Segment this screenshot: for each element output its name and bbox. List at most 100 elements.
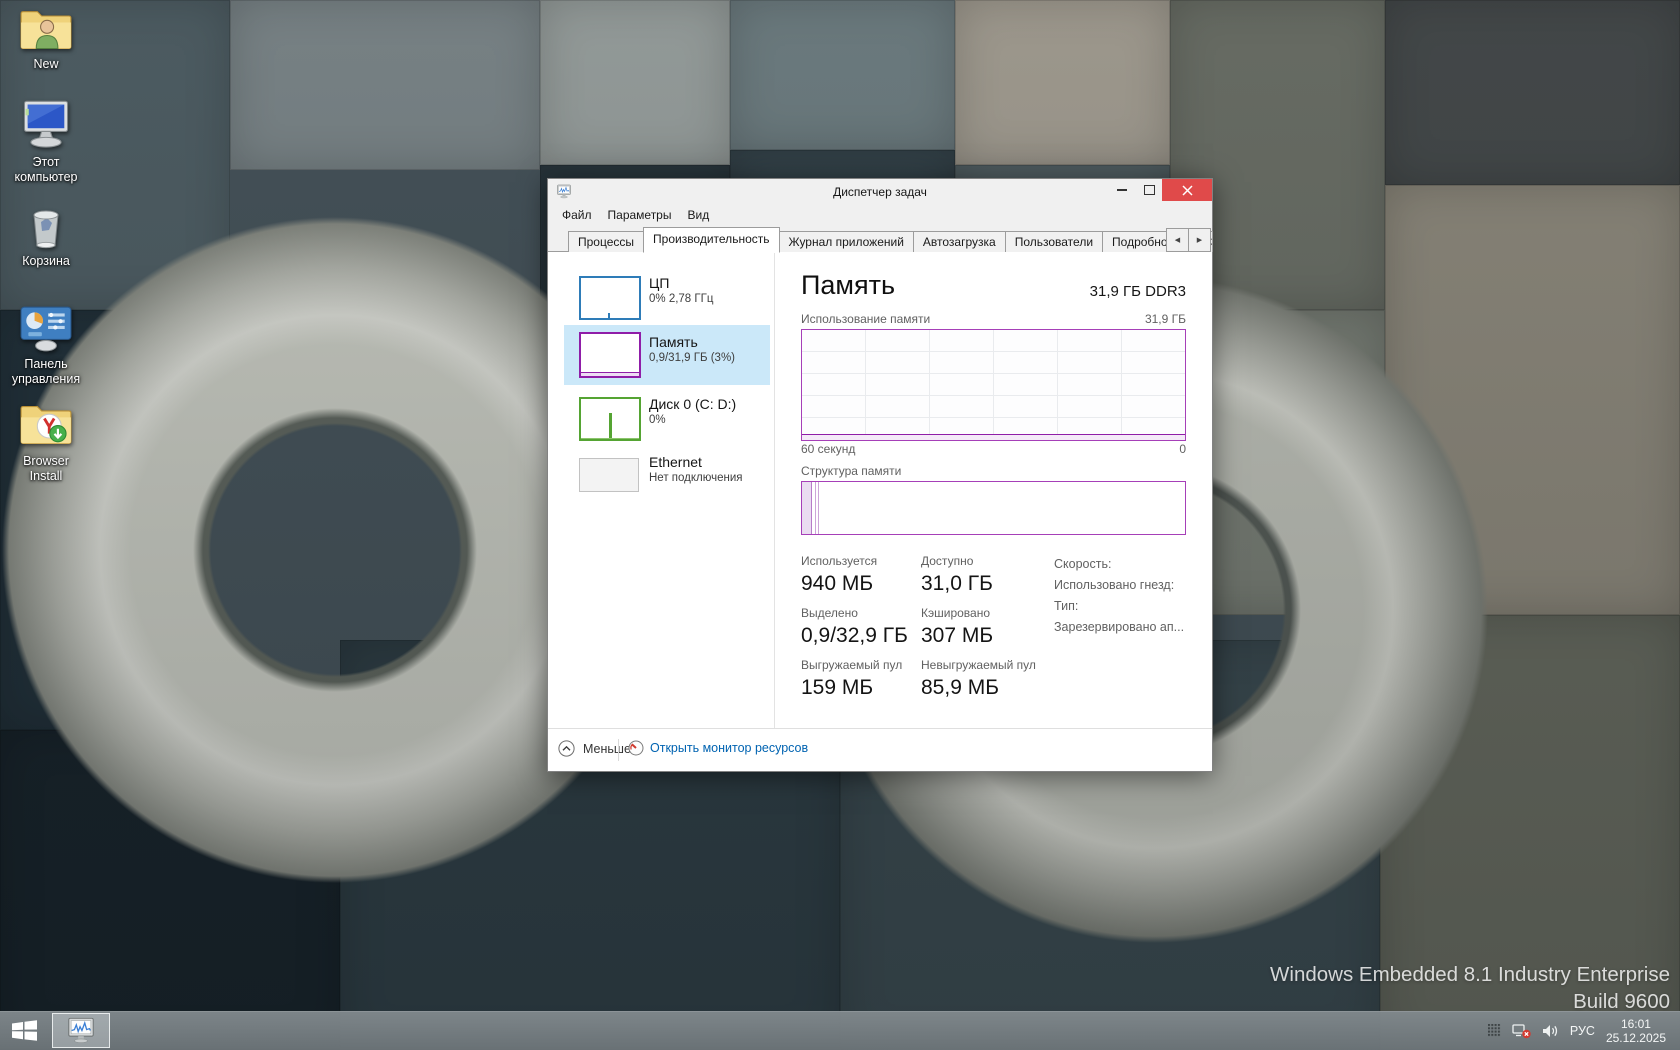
- desktop-icon-new-folder[interactable]: New: [2, 6, 90, 72]
- sidebar-divider: [774, 252, 775, 728]
- menu-bar: Файл Параметры Вид: [554, 206, 717, 226]
- desktop-icon-browser-install[interactable]: Browser Install: [2, 401, 90, 484]
- desktop-icon-label: Этот: [2, 155, 90, 170]
- menu-file[interactable]: Файл: [554, 206, 600, 226]
- volume-icon[interactable]: [1542, 1024, 1559, 1038]
- tab-processes[interactable]: Процессы: [568, 231, 644, 252]
- graph-usage-area: [802, 434, 1185, 440]
- tray-app-icon[interactable]: [1488, 1024, 1501, 1037]
- minimize-button[interactable]: [1108, 179, 1136, 201]
- memory-composition-bar: [801, 481, 1186, 535]
- desktop: New Этот компьютер Корзина: [0, 0, 1680, 1050]
- stat-in-use: Используется 940 МБ: [801, 554, 929, 596]
- desktop-icon-label: Browser: [2, 454, 90, 469]
- cpu-title: ЦП: [649, 275, 713, 291]
- computer-icon: [18, 100, 74, 150]
- close-button[interactable]: [1162, 179, 1212, 201]
- tab-scroll-buttons: ◀ ▶: [1167, 228, 1211, 252]
- close-icon: [1182, 185, 1193, 196]
- recycle-bin-icon: [21, 201, 71, 249]
- system-tray: РУС 16:01 25.12.2025: [1477, 1011, 1680, 1050]
- disk-thumbnail-graph: [579, 397, 641, 441]
- title-bar[interactable]: Диспетчер задач: [548, 179, 1212, 205]
- resource-monitor-icon: [628, 740, 644, 756]
- panel-heading: Память: [801, 270, 895, 301]
- composition-divider: [815, 482, 816, 534]
- tab-performance[interactable]: Производительность: [643, 227, 779, 253]
- fewer-details-button[interactable]: Меньше: [558, 740, 631, 757]
- language-indicator[interactable]: РУС: [1570, 1024, 1595, 1038]
- sidebar-item-cpu[interactable]: ЦП 0% 2,78 ГГц: [564, 273, 770, 321]
- disk-title: Диск 0 (C: D:): [649, 396, 736, 412]
- window-footer: Меньше Открыть монитор ресурсов: [548, 728, 1212, 771]
- footer-divider: [618, 739, 619, 761]
- clock-time: 16:01: [1606, 1017, 1666, 1031]
- desktop-icon-label: управления: [2, 372, 90, 387]
- start-button[interactable]: [0, 1011, 48, 1050]
- task-manager-window: Диспетчер задач Файл Параметры Вид Проце…: [547, 178, 1213, 772]
- cpu-spike: [608, 313, 610, 318]
- chevron-up-circle-icon: [558, 740, 575, 757]
- open-resource-monitor-link[interactable]: Открыть монитор ресурсов: [628, 740, 808, 756]
- folder-download-icon: [20, 401, 72, 449]
- desktop-icon-label: Install: [2, 469, 90, 484]
- form-factor-label: Тип:: [1054, 596, 1184, 617]
- tab-scroll-left-icon[interactable]: ◀: [1166, 228, 1189, 252]
- cpu-subtitle: 0% 2,78 ГГц: [649, 293, 713, 305]
- disk-baseline: [581, 438, 639, 439]
- watermark-line1: Windows Embedded 8.1 Industry Enterprise: [1270, 961, 1670, 988]
- menu-view[interactable]: Вид: [679, 206, 717, 226]
- slots-used-label: Использовано гнезд:: [1054, 575, 1184, 596]
- tab-app-history[interactable]: Журнал приложений: [779, 231, 914, 252]
- ethernet-title: Ethernet: [649, 454, 743, 470]
- tab-users[interactable]: Пользователи: [1005, 231, 1103, 252]
- stat-paged-pool: Выгружаемый пул 159 МБ: [801, 658, 929, 700]
- clock[interactable]: 16:01 25.12.2025: [1606, 1017, 1666, 1045]
- taskbar: РУС 16:01 25.12.2025: [0, 1011, 1680, 1050]
- tab-scroll-right-icon[interactable]: ▶: [1188, 228, 1211, 252]
- sidebar-item-memory[interactable]: Память 0,9/31,9 ГБ (3%): [564, 325, 770, 385]
- sidebar-item-ethernet[interactable]: Ethernet Нет подключения: [564, 452, 770, 496]
- stat-cached: Кэшировано 307 МБ: [921, 606, 1053, 648]
- folder-user-icon: [20, 6, 72, 52]
- composition-used-segment: [802, 482, 812, 534]
- maximize-icon: [1144, 185, 1155, 195]
- sidebar-item-disk[interactable]: Диск 0 (C: D:) 0%: [564, 394, 770, 442]
- desktop-icon-label: компьютер: [2, 170, 90, 185]
- memory-capacity: 31,9 ГБ DDR3: [1090, 283, 1186, 300]
- disk-subtitle: 0%: [649, 414, 736, 426]
- desktop-icon-label: Панель: [2, 357, 90, 372]
- desktop-icon-recycle-bin[interactable]: Корзина: [2, 201, 90, 269]
- tab-strip: Процессы Производительность Журнал прило…: [548, 226, 1212, 252]
- cpu-thumbnail-graph: [579, 276, 641, 320]
- resource-monitor-label: Открыть монитор ресурсов: [650, 741, 808, 755]
- performance-pane: ЦП 0% 2,78 ГГц Память 0,9/31,9 ГБ (3%) Д…: [548, 252, 1212, 728]
- disk-spike: [609, 413, 612, 439]
- hardware-info-labels: Скорость: Использовано гнезд: Тип: Зарез…: [1054, 554, 1184, 638]
- timeline-right-label: 0: [1179, 442, 1186, 456]
- windows-watermark: Windows Embedded 8.1 Industry Enterprise…: [1270, 961, 1670, 1015]
- desktop-icon-label: New: [2, 57, 90, 72]
- desktop-icon-this-pc[interactable]: Этот компьютер: [2, 100, 90, 185]
- memory-usage-line: [581, 372, 639, 376]
- maximize-button[interactable]: [1136, 179, 1162, 201]
- memory-thumbnail-graph: [579, 332, 641, 378]
- desktop-icon-control-panel[interactable]: Панель управления: [2, 306, 90, 387]
- usage-chart-label: Использование памяти: [801, 312, 930, 326]
- taskbar-button-task-manager[interactable]: [52, 1013, 110, 1048]
- ethernet-subtitle: Нет подключения: [649, 472, 743, 484]
- timeline-left-label: 60 секунд: [801, 442, 855, 456]
- task-manager-icon: [66, 1017, 96, 1044]
- memory-usage-graph: [801, 329, 1186, 441]
- usage-chart-max: 31,9 ГБ: [1145, 312, 1186, 326]
- desktop-icon-label: Корзина: [2, 254, 90, 269]
- tab-startup[interactable]: Автозагрузка: [913, 231, 1006, 252]
- network-disconnected-icon[interactable]: [1512, 1023, 1531, 1039]
- graph-gridlines: [802, 330, 1185, 440]
- menu-options[interactable]: Параметры: [600, 206, 680, 226]
- composition-label: Структура памяти: [801, 464, 901, 478]
- control-panel-icon: [19, 306, 73, 352]
- memory-title: Память: [649, 334, 735, 350]
- memory-subtitle: 0,9/31,9 ГБ (3%): [649, 352, 735, 364]
- minimize-icon: [1117, 189, 1127, 191]
